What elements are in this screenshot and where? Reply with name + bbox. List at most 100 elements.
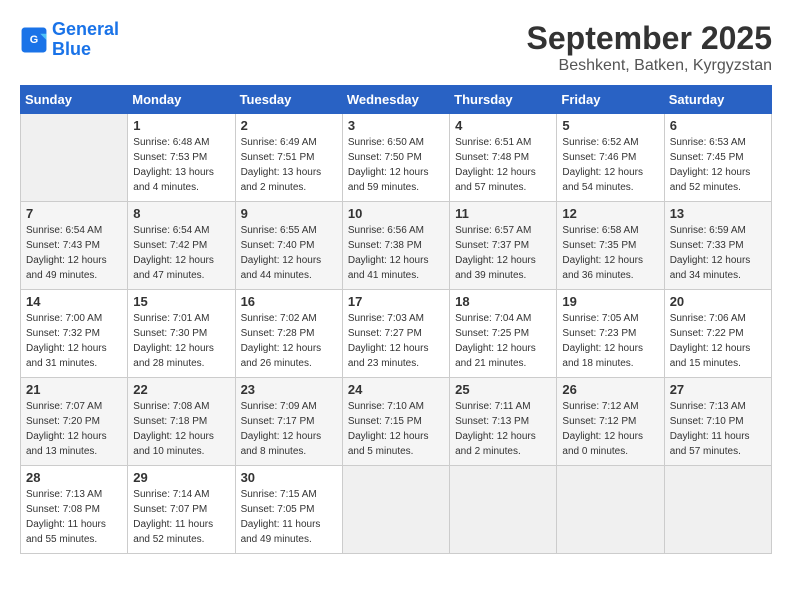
- day-cell: 1Sunrise: 6:48 AM Sunset: 7:53 PM Daylig…: [128, 114, 235, 202]
- day-cell: 28 Sunrise: 7:13 AM Sunset: 7:08 PM Dayli…: [21, 466, 128, 554]
- day-cell: 26 Sunrise: 7:12 AM Sunset: 7:12 PM Dayli…: [557, 378, 664, 466]
- day-number: 29: [133, 470, 229, 485]
- calendar-body: 1Sunrise: 6:48 AM Sunset: 7:53 PM Daylig…: [21, 114, 772, 554]
- day-info: Sunrise: 6:59 AM Sunset: 7:33 PM Dayligh…: [670, 223, 766, 283]
- day-cell: 7 Sunrise: 6:54 AM Sunset: 7:43 PM Daylig…: [21, 202, 128, 290]
- day-number: 24: [348, 382, 444, 397]
- day-number: 10: [348, 206, 444, 221]
- day-info: Sunrise: 7:08 AM Sunset: 7:18 PM Dayligh…: [133, 399, 229, 459]
- logo-text: General Blue: [52, 20, 119, 60]
- day-cell: [557, 466, 664, 554]
- day-info: Sunrise: 6:53 AM Sunset: 7:45 PM Dayligh…: [670, 135, 766, 195]
- day-info: Sunrise: 6:49 AM Sunset: 7:51 PM Dayligh…: [241, 135, 337, 195]
- day-cell: 27 Sunrise: 7:13 AM Sunset: 7:10 PM Dayli…: [664, 378, 771, 466]
- header-cell-sunday: Sunday: [21, 86, 128, 114]
- day-cell: 23Sunrise: 7:09 AM Sunset: 7:17 PM Dayli…: [235, 378, 342, 466]
- logo-icon: G: [20, 26, 48, 54]
- day-info: Sunrise: 7:02 AM Sunset: 7:28 PM Dayligh…: [241, 311, 337, 371]
- day-info: Sunrise: 7:06 AM Sunset: 7:22 PM Dayligh…: [670, 311, 766, 371]
- day-number: 18: [455, 294, 551, 309]
- day-cell: [342, 466, 449, 554]
- day-cell: 6Sunrise: 6:53 AM Sunset: 7:45 PM Daylig…: [664, 114, 771, 202]
- day-info: Sunrise: 7:07 AM Sunset: 7:20 PM Dayligh…: [26, 399, 122, 459]
- day-info: Sunrise: 7:13 AM Sunset: 7:08 PM Dayligh…: [26, 487, 122, 547]
- week-row-3: 14 Sunrise: 7:00 AM Sunset: 7:32 PM Dayli…: [21, 290, 772, 378]
- day-number: 3: [348, 118, 444, 133]
- day-number: 16: [241, 294, 337, 309]
- logo: G General Blue: [20, 20, 119, 60]
- day-cell: 25 Sunrise: 7:11 AM Sunset: 7:13 PM Dayli…: [450, 378, 557, 466]
- day-info: Sunrise: 6:57 AM Sunset: 7:37 PM Dayligh…: [455, 223, 551, 283]
- day-cell: 4 Sunrise: 6:51 AM Sunset: 7:48 PM Daylig…: [450, 114, 557, 202]
- day-number: 14: [26, 294, 122, 309]
- day-number: 4: [455, 118, 551, 133]
- week-row-2: 7 Sunrise: 6:54 AM Sunset: 7:43 PM Daylig…: [21, 202, 772, 290]
- day-number: 8: [133, 206, 229, 221]
- day-number: 27: [670, 382, 766, 397]
- day-number: 12: [562, 206, 658, 221]
- day-number: 5: [562, 118, 658, 133]
- day-number: 9: [241, 206, 337, 221]
- header-cell-tuesday: Tuesday: [235, 86, 342, 114]
- calendar-table: SundayMondayTuesdayWednesdayThursdayFrid…: [20, 85, 772, 554]
- day-info: Sunrise: 6:56 AM Sunset: 7:38 PM Dayligh…: [348, 223, 444, 283]
- day-info: Sunrise: 6:54 AM Sunset: 7:43 PM Dayligh…: [26, 223, 122, 283]
- day-info: Sunrise: 7:05 AM Sunset: 7:23 PM Dayligh…: [562, 311, 658, 371]
- day-cell: [664, 466, 771, 554]
- day-cell: 30 Sunrise: 7:15 AM Sunset: 7:05 PM Dayli…: [235, 466, 342, 554]
- day-number: 7: [26, 206, 122, 221]
- day-info: Sunrise: 6:52 AM Sunset: 7:46 PM Dayligh…: [562, 135, 658, 195]
- day-info: Sunrise: 7:15 AM Sunset: 7:05 PM Dayligh…: [241, 487, 337, 547]
- day-info: Sunrise: 7:03 AM Sunset: 7:27 PM Dayligh…: [348, 311, 444, 371]
- day-number: 17: [348, 294, 444, 309]
- day-info: Sunrise: 7:14 AM Sunset: 7:07 PM Dayligh…: [133, 487, 229, 547]
- day-cell: 22 Sunrise: 7:08 AM Sunset: 7:18 PM Dayli…: [128, 378, 235, 466]
- day-number: 30: [241, 470, 337, 485]
- location-subtitle: Beshkent, Batken, Kyrgyzstan: [527, 57, 772, 75]
- day-cell: 13 Sunrise: 6:59 AM Sunset: 7:33 PM Dayli…: [664, 202, 771, 290]
- day-info: Sunrise: 6:55 AM Sunset: 7:40 PM Dayligh…: [241, 223, 337, 283]
- day-number: 2: [241, 118, 337, 133]
- header-cell-thursday: Thursday: [450, 86, 557, 114]
- day-cell: 3Sunrise: 6:50 AM Sunset: 7:50 PM Daylig…: [342, 114, 449, 202]
- day-cell: 20Sunrise: 7:06 AM Sunset: 7:22 PM Dayli…: [664, 290, 771, 378]
- day-cell: 11Sunrise: 6:57 AM Sunset: 7:37 PM Dayli…: [450, 202, 557, 290]
- day-number: 22: [133, 382, 229, 397]
- day-cell: 14 Sunrise: 7:00 AM Sunset: 7:32 PM Dayli…: [21, 290, 128, 378]
- day-info: Sunrise: 7:10 AM Sunset: 7:15 PM Dayligh…: [348, 399, 444, 459]
- day-info: Sunrise: 7:11 AM Sunset: 7:13 PM Dayligh…: [455, 399, 551, 459]
- day-cell: 2 Sunrise: 6:49 AM Sunset: 7:51 PM Daylig…: [235, 114, 342, 202]
- day-number: 15: [133, 294, 229, 309]
- day-info: Sunrise: 6:51 AM Sunset: 7:48 PM Dayligh…: [455, 135, 551, 195]
- header-cell-monday: Monday: [128, 86, 235, 114]
- day-cell: 21Sunrise: 7:07 AM Sunset: 7:20 PM Dayli…: [21, 378, 128, 466]
- day-number: 25: [455, 382, 551, 397]
- header-cell-friday: Friday: [557, 86, 664, 114]
- day-cell: [21, 114, 128, 202]
- calendar-header-row: SundayMondayTuesdayWednesdayThursdayFrid…: [21, 86, 772, 114]
- day-cell: 29 Sunrise: 7:14 AM Sunset: 7:07 PM Dayli…: [128, 466, 235, 554]
- day-cell: 16 Sunrise: 7:02 AM Sunset: 7:28 PM Dayli…: [235, 290, 342, 378]
- day-number: 13: [670, 206, 766, 221]
- day-info: Sunrise: 7:00 AM Sunset: 7:32 PM Dayligh…: [26, 311, 122, 371]
- day-info: Sunrise: 7:13 AM Sunset: 7:10 PM Dayligh…: [670, 399, 766, 459]
- day-info: Sunrise: 7:04 AM Sunset: 7:25 PM Dayligh…: [455, 311, 551, 371]
- day-cell: 5 Sunrise: 6:52 AM Sunset: 7:46 PM Daylig…: [557, 114, 664, 202]
- day-number: 1: [133, 118, 229, 133]
- day-number: 28: [26, 470, 122, 485]
- svg-text:G: G: [30, 34, 38, 46]
- week-row-1: 1Sunrise: 6:48 AM Sunset: 7:53 PM Daylig…: [21, 114, 772, 202]
- day-number: 19: [562, 294, 658, 309]
- day-number: 26: [562, 382, 658, 397]
- day-info: Sunrise: 7:12 AM Sunset: 7:12 PM Dayligh…: [562, 399, 658, 459]
- header-cell-saturday: Saturday: [664, 86, 771, 114]
- day-cell: 15 Sunrise: 7:01 AM Sunset: 7:30 PM Dayli…: [128, 290, 235, 378]
- day-cell: 9 Sunrise: 6:55 AM Sunset: 7:40 PM Daylig…: [235, 202, 342, 290]
- day-cell: [450, 466, 557, 554]
- page-header: G General Blue September 2025 Beshkent, …: [20, 20, 772, 75]
- day-cell: 18 Sunrise: 7:04 AM Sunset: 7:25 PM Dayli…: [450, 290, 557, 378]
- day-info: Sunrise: 7:01 AM Sunset: 7:30 PM Dayligh…: [133, 311, 229, 371]
- day-info: Sunrise: 6:54 AM Sunset: 7:42 PM Dayligh…: [133, 223, 229, 283]
- day-cell: 24 Sunrise: 7:10 AM Sunset: 7:15 PM Dayli…: [342, 378, 449, 466]
- title-block: September 2025 Beshkent, Batken, Kyrgyzs…: [527, 20, 772, 75]
